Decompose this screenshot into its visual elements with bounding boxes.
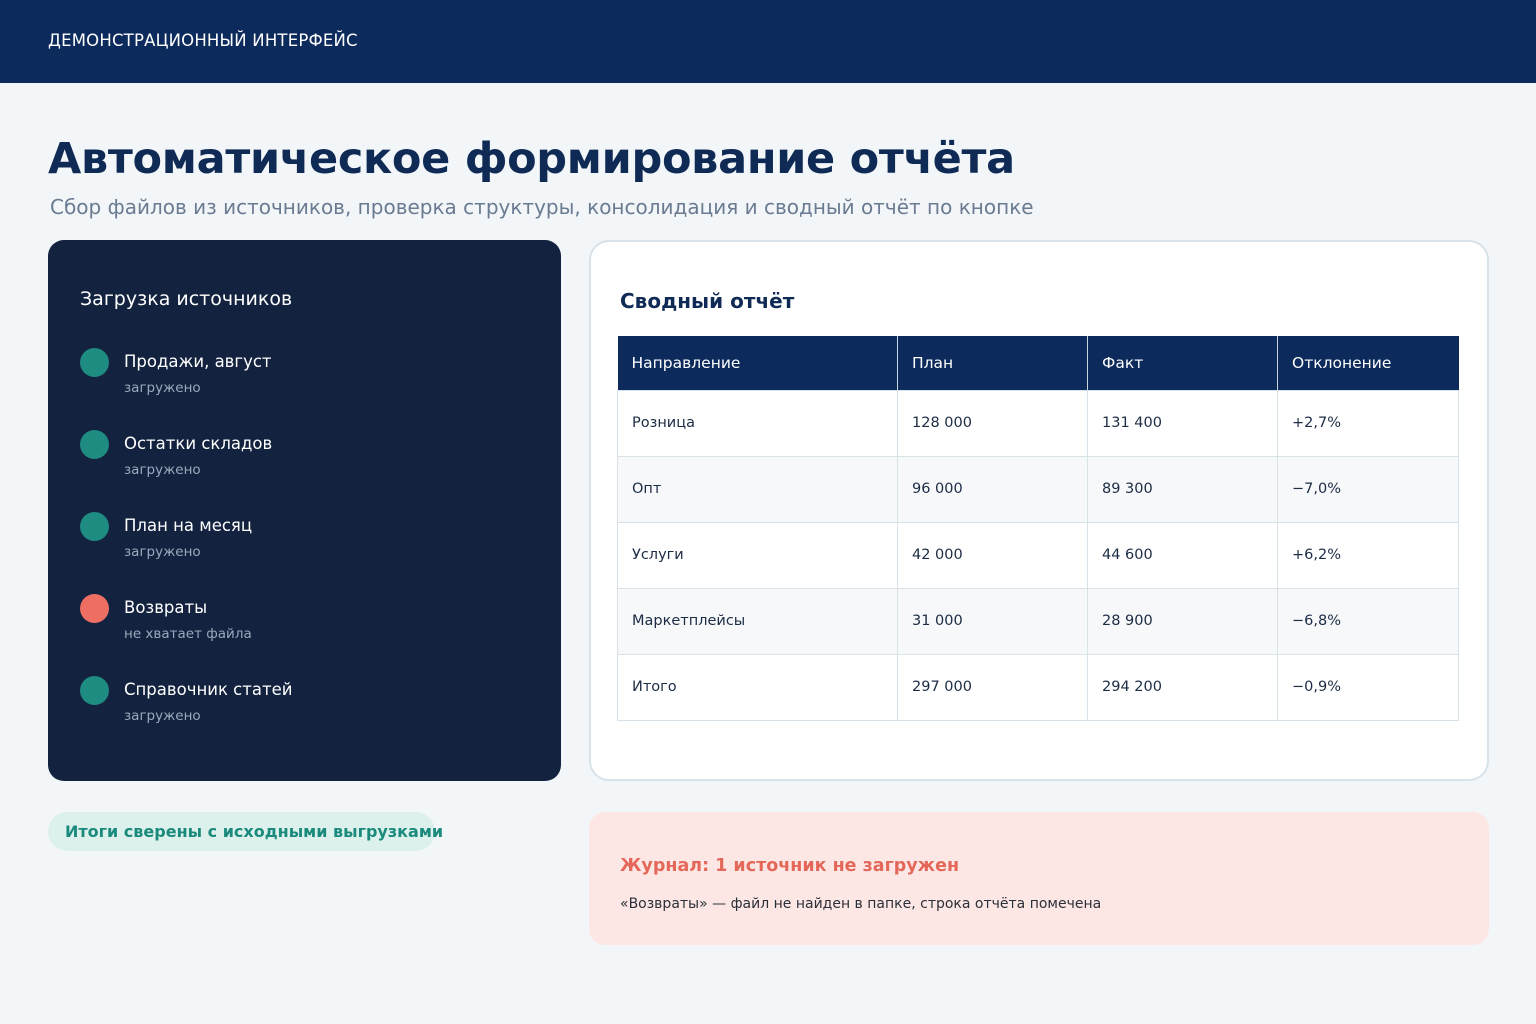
column-header-direction[interactable]: Направление	[617, 336, 898, 390]
column-header-plan[interactable]: План	[897, 336, 1088, 390]
source-item-stock[interactable]: Остатки складов загружено	[80, 430, 530, 490]
status-dot-icon	[80, 348, 109, 377]
table-cell: Маркетплейсы	[617, 587, 898, 655]
table-cell: 128 000	[897, 389, 1088, 457]
source-status: загружено	[124, 708, 201, 724]
table-cell: 28 900	[1087, 587, 1278, 655]
source-name: План на месяц	[124, 516, 253, 535]
table-row: Опт 96 000 89 300 −7,0%	[617, 455, 1459, 523]
table-cell: Услуги	[617, 521, 898, 589]
status-dot-icon	[80, 512, 109, 541]
table-cell: 44 600	[1087, 521, 1278, 589]
log-panel: Журнал: 1 источник не загружен «Возвраты…	[589, 812, 1489, 945]
table-cell: −0,9%	[1277, 653, 1459, 721]
source-status: загружено	[124, 462, 201, 478]
table-cell: 294 200	[1087, 653, 1278, 721]
table-row-total: Итого 297 000 294 200 −0,9%	[617, 653, 1459, 721]
table-cell: +2,7%	[1277, 389, 1459, 457]
source-name: Возвраты	[124, 598, 208, 617]
source-item-returns[interactable]: Возвраты не хватает файла	[80, 594, 530, 654]
page-title: Автоматическое формирование отчёта	[48, 134, 1015, 184]
table-cell: Опт	[617, 455, 898, 523]
error-dot-icon	[80, 594, 109, 623]
report-table: Направление План Факт Отклонение Розница…	[617, 336, 1459, 721]
app-title: ДЕМОНСТРАЦИОННЫЙ ИНТЕРФЕЙС	[48, 31, 358, 50]
source-status: не хватает файла	[124, 626, 252, 642]
reconciliation-badge: Итоги сверены с исходными выгрузками	[48, 812, 443, 851]
table-row: Розница 128 000 131 400 +2,7%	[617, 389, 1459, 457]
table-cell: 96 000	[897, 455, 1088, 523]
source-name: Продажи, август	[124, 352, 272, 371]
table-cell: −6,8%	[1277, 587, 1459, 655]
page-subtitle: Сбор файлов из источников, проверка стру…	[50, 195, 1034, 219]
source-item-plan[interactable]: План на месяц загружено	[80, 512, 530, 572]
table-cell: Итого	[617, 653, 898, 721]
table-cell: 297 000	[897, 653, 1088, 721]
source-item-catalog[interactable]: Справочник статей загружено	[80, 676, 530, 736]
table-cell: Розница	[617, 389, 898, 457]
table-row: Маркетплейсы 31 000 28 900 −6,8%	[617, 587, 1459, 655]
table-cell: −7,0%	[1277, 455, 1459, 523]
source-name: Остатки складов	[124, 434, 273, 453]
status-dot-icon	[80, 430, 109, 459]
sources-panel: Загрузка источников Продажи, август загр…	[48, 240, 561, 781]
table-cell: 131 400	[1087, 389, 1278, 457]
column-header-fact[interactable]: Факт	[1087, 336, 1278, 390]
table-cell: 42 000	[897, 521, 1088, 589]
log-title: Журнал: 1 источник не загружен	[620, 856, 960, 876]
table-cell: 31 000	[897, 587, 1088, 655]
report-title: Сводный отчёт	[620, 289, 795, 313]
report-panel: Сводный отчёт Направление План Факт Откл…	[589, 240, 1489, 781]
table-row: Услуги 42 000 44 600 +6,2%	[617, 521, 1459, 589]
source-name: Справочник статей	[124, 680, 293, 699]
table-cell: 89 300	[1087, 455, 1278, 523]
status-dot-icon	[80, 676, 109, 705]
table-cell: +6,2%	[1277, 521, 1459, 589]
source-status: загружено	[124, 380, 201, 396]
table-header-row: Направление План Факт Отклонение	[617, 336, 1459, 390]
log-message: «Возвраты» — файл не найден в папке, стр…	[620, 896, 1102, 912]
source-status: загружено	[124, 544, 201, 560]
column-header-deviation[interactable]: Отклонение	[1277, 336, 1459, 390]
sources-panel-title: Загрузка источников	[80, 288, 293, 310]
top-bar: ДЕМОНСТРАЦИОННЫЙ ИНТЕРФЕЙС	[0, 0, 1536, 83]
source-item-sales[interactable]: Продажи, август загружено	[80, 348, 530, 408]
